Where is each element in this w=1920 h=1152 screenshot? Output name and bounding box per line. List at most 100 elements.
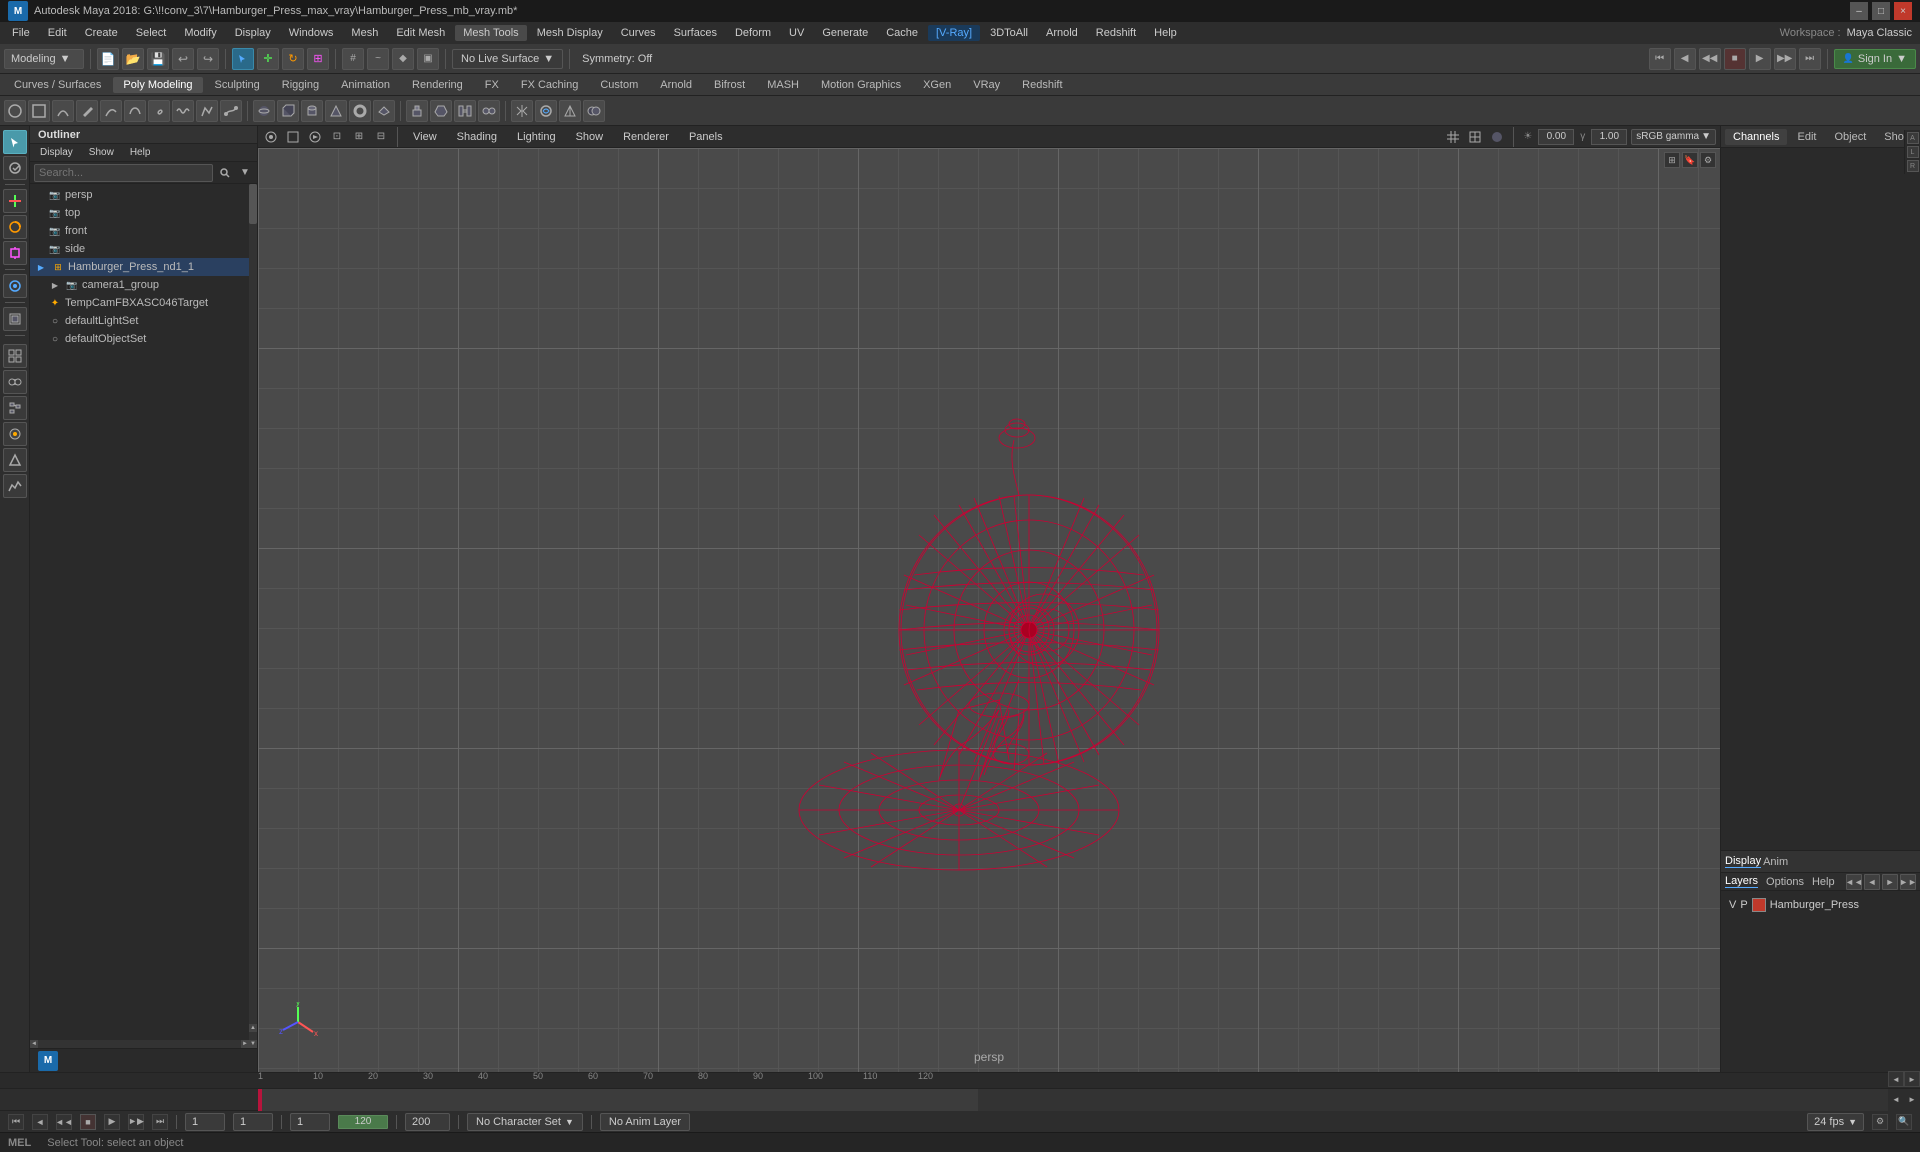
vp-menu-lighting[interactable]: Lighting xyxy=(509,129,564,145)
new-file-button[interactable]: 📄 xyxy=(97,48,119,70)
tool-spiral[interactable] xyxy=(148,100,170,122)
tab-rendering[interactable]: Rendering xyxy=(402,77,473,93)
menu-select[interactable]: Select xyxy=(128,25,175,41)
vp-maximize-button[interactable]: ⊞ xyxy=(1664,152,1680,168)
layer-ctrl-btn-4[interactable]: ►► xyxy=(1900,874,1916,890)
outliner-menu-show[interactable]: Show xyxy=(83,146,120,159)
render-settings-button[interactable] xyxy=(3,422,27,446)
no-anim-layer-indicator[interactable]: No Anim Layer xyxy=(600,1113,690,1131)
select-mode-button[interactable] xyxy=(3,130,27,154)
tab-xgen[interactable]: XGen xyxy=(913,77,961,93)
paint-select-button[interactable] xyxy=(3,156,27,180)
vp-fit-sel-icon[interactable]: ⊞ xyxy=(350,128,368,146)
menu-redshift[interactable]: Redshift xyxy=(1088,25,1144,41)
tool-plane[interactable] xyxy=(373,100,395,122)
tool-cylinder[interactable] xyxy=(301,100,323,122)
snap-curve-button[interactable]: ~ xyxy=(367,48,389,70)
vp-menu-show[interactable]: Show xyxy=(568,129,612,145)
menu-generate[interactable]: Generate xyxy=(814,25,876,41)
menu-mesh-display[interactable]: Mesh Display xyxy=(529,25,611,41)
layer-ctrl-btn-2[interactable]: ◄ xyxy=(1864,874,1880,890)
frame-display-field[interactable]: 1 xyxy=(290,1113,330,1131)
node-editor-button[interactable] xyxy=(3,396,27,420)
rp-tab-object[interactable]: Object xyxy=(1826,129,1874,145)
vp-menu-renderer[interactable]: Renderer xyxy=(615,129,677,145)
vp-shaded-toggle[interactable] xyxy=(1488,128,1506,146)
undo-button[interactable]: ↩ xyxy=(172,48,194,70)
rotate-tool-left-button[interactable] xyxy=(3,215,27,239)
menu-create[interactable]: Create xyxy=(77,25,126,41)
layer-item-hamburger[interactable]: V P Hamburger_Press xyxy=(1725,895,1916,915)
sb-stop-button[interactable]: ■ xyxy=(80,1114,96,1130)
tool-cube[interactable] xyxy=(277,100,299,122)
select-tool-button[interactable] xyxy=(232,48,254,70)
vp-colorspace-dropdown[interactable]: sRGB gamma ▼ xyxy=(1631,129,1716,145)
tab-rigging[interactable]: Rigging xyxy=(272,77,329,93)
current-frame-field[interactable]: 1 xyxy=(185,1113,225,1131)
tool-mirror[interactable] xyxy=(511,100,533,122)
no-character-set-indicator[interactable]: No Character Set ▼ xyxy=(467,1113,583,1131)
outliner-item-objectset[interactable]: ○ defaultObjectSet xyxy=(30,330,257,348)
tool-merge[interactable] xyxy=(478,100,500,122)
menu-deform[interactable]: Deform xyxy=(727,25,779,41)
menu-file[interactable]: File xyxy=(4,25,38,41)
snap-surface-button[interactable]: ▣ xyxy=(417,48,439,70)
tool-bridge[interactable] xyxy=(454,100,476,122)
vp-bookmark-button[interactable]: 🔖 xyxy=(1682,152,1698,168)
show-manipulator-button[interactable] xyxy=(3,307,27,331)
scale-tool-left-button[interactable] xyxy=(3,241,27,265)
scale-tool-button[interactable]: ⊞ xyxy=(307,48,329,70)
snap-point-button[interactable]: ◆ xyxy=(392,48,414,70)
sign-in-button[interactable]: 👤 Sign In ▼ xyxy=(1834,49,1916,69)
prev-frame-button[interactable]: ⏮ xyxy=(1649,48,1671,70)
tab-sculpting[interactable]: Sculpting xyxy=(205,77,270,93)
menu-mesh-tools[interactable]: Mesh Tools xyxy=(455,25,526,41)
tool-bevel[interactable] xyxy=(430,100,452,122)
tab-curves-surfaces[interactable]: Curves / Surfaces xyxy=(4,77,111,93)
tool-wave[interactable] xyxy=(172,100,194,122)
tool-ep-curve[interactable] xyxy=(220,100,242,122)
modeling-dropdown[interactable]: Modeling ▼ xyxy=(4,49,84,69)
outliner-item-front[interactable]: 📷 front xyxy=(30,222,257,240)
scroll-up-arrow[interactable]: ▲ xyxy=(249,1024,257,1032)
search-button[interactable] xyxy=(217,165,233,181)
redo-button[interactable]: ↪ xyxy=(197,48,219,70)
sb-prev-key-button[interactable]: ⏮ xyxy=(8,1114,24,1130)
play-back-button[interactable]: ◀◀ xyxy=(1699,48,1721,70)
tool-cone[interactable] xyxy=(325,100,347,122)
vp-menu-panels[interactable]: Panels xyxy=(681,129,731,145)
vp-camera-icon[interactable] xyxy=(262,128,280,146)
tl-scroll-right[interactable]: ► xyxy=(1904,1071,1920,1087)
outliner-scrollbar-thumb[interactable] xyxy=(249,184,257,224)
menu-vray[interactable]: [V-Ray] xyxy=(928,25,980,41)
vp-grid-toggle[interactable] xyxy=(1444,128,1462,146)
tool-torus[interactable] xyxy=(349,100,371,122)
outliner-item-persp[interactable]: 📷 persp xyxy=(30,186,257,204)
menu-edit-mesh[interactable]: Edit Mesh xyxy=(388,25,453,41)
outliner-item-top[interactable]: 📷 top xyxy=(30,204,257,222)
menu-windows[interactable]: Windows xyxy=(281,25,342,41)
vp-playback-icon[interactable] xyxy=(306,128,324,146)
sub-frame-field[interactable]: 1 xyxy=(233,1113,273,1131)
viewport-canvas[interactable]: .wire { fill: none; stroke: #cc0033; str… xyxy=(258,148,1720,1072)
vp-exposure-input[interactable]: 0.00 xyxy=(1538,129,1574,145)
prev-keyframe-button[interactable]: ◀ xyxy=(1674,48,1696,70)
outliner-scrollbar[interactable]: ▲ ▼ xyxy=(249,184,257,1048)
play-forward-button[interactable]: ▶ xyxy=(1749,48,1771,70)
tab-arnold[interactable]: Arnold xyxy=(650,77,702,93)
tab-fx[interactable]: FX xyxy=(475,77,509,93)
tab-custom[interactable]: Custom xyxy=(590,77,648,93)
fps-indicator[interactable]: 24 fps ▼ xyxy=(1807,1113,1864,1131)
sb-next-key-button[interactable]: ⏭ xyxy=(152,1114,168,1130)
outliner-item-side[interactable]: 📷 side xyxy=(30,240,257,258)
outliner-item-camera-group[interactable]: ▶ 📷 camera1_group xyxy=(30,276,257,294)
vp-menu-shading[interactable]: Shading xyxy=(449,129,505,145)
next-keyframe-button[interactable]: ▶▶ xyxy=(1774,48,1796,70)
outliner-item-lightset[interactable]: ○ defaultLightSet xyxy=(30,312,257,330)
vp-fit-icon[interactable]: ⊡ xyxy=(328,128,346,146)
minimize-button[interactable]: – xyxy=(1850,2,1868,20)
rps-tab-anim[interactable]: Anim xyxy=(1763,856,1788,868)
menu-uv[interactable]: UV xyxy=(781,25,812,41)
rp-tab-channels[interactable]: Channels xyxy=(1725,129,1787,145)
hypershade-button[interactable] xyxy=(3,370,27,394)
